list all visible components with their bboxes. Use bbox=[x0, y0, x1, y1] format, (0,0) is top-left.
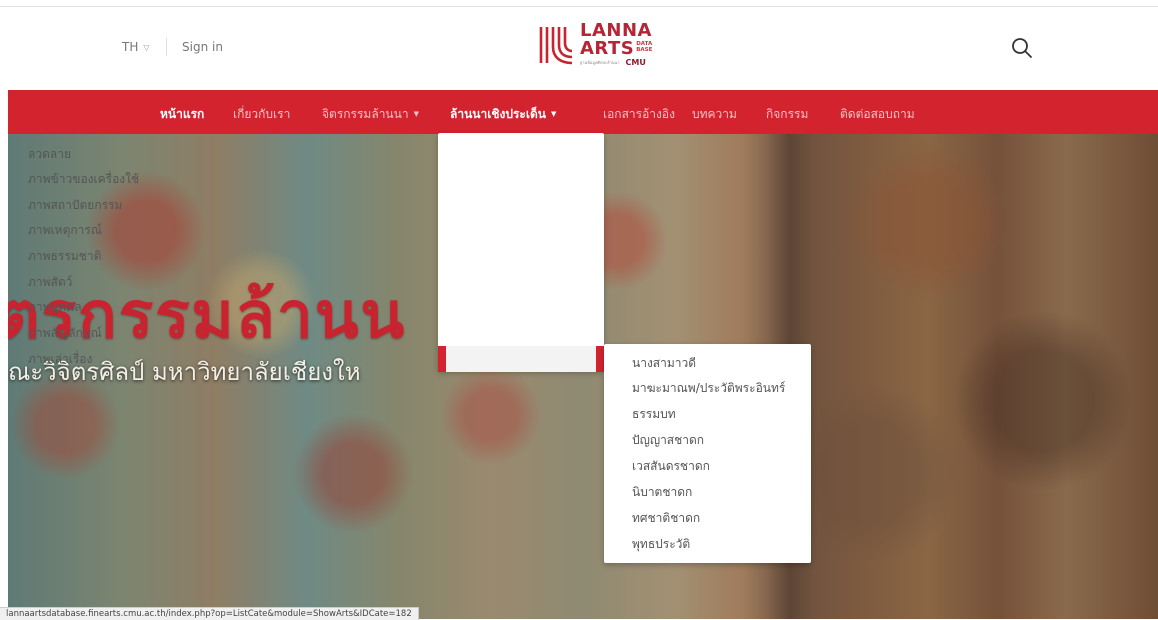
submenu-item[interactable]: เวสสันดรชาดก bbox=[632, 457, 710, 476]
dropdown-active-marker-right bbox=[596, 346, 604, 372]
dropdown-item[interactable]: ภาพเหตุการณ์ bbox=[28, 221, 102, 240]
dropdown-item[interactable]: ภาพธรรมชาติ bbox=[28, 247, 101, 266]
nav-item-lanna-topics[interactable]: ล้านนาเชิงประเด็น ▼ bbox=[450, 105, 556, 124]
nav-home-label: หน้าแรก bbox=[160, 107, 205, 121]
nav-item-contact[interactable]: ติดต่อสอบถาม bbox=[840, 105, 915, 124]
submenu-item[interactable]: ธรรมบท bbox=[632, 405, 676, 424]
logo-tagline: ฐานข้อมูลศิลปะล้านนา bbox=[580, 60, 620, 65]
submenu-item[interactable]: นางสามาวดี bbox=[632, 354, 696, 373]
logo-base: BASE bbox=[636, 47, 653, 53]
caret-down-icon: ▼ bbox=[413, 110, 419, 118]
nav-item-about[interactable]: เกี่ยวกับเรา bbox=[233, 105, 290, 124]
dropdown-item[interactable]: ภาพข้าวของเครื่องใช้ bbox=[28, 170, 139, 189]
language-selector[interactable]: TH ▽ bbox=[122, 40, 150, 54]
nav-item-home[interactable]: หน้าแรก bbox=[160, 105, 204, 124]
dropdown-item[interactable]: ภาพสัญลักษณ์ bbox=[28, 324, 102, 343]
nav-item-articles[interactable]: บทความ bbox=[692, 105, 737, 124]
submenu-item[interactable]: ทศชาติชาดก bbox=[632, 509, 700, 528]
logo-database: DATA BASE bbox=[636, 41, 652, 53]
nav-item-references[interactable]: เอกสารอ้างอิง bbox=[603, 105, 675, 124]
dropdown-item[interactable]: ภาพสัตว์ bbox=[28, 273, 72, 292]
submenu-item[interactable]: พุทธประวัติ bbox=[632, 535, 690, 554]
dropdown-item[interactable]: ภาพสถาปัตยกรรม bbox=[28, 196, 122, 215]
sign-in-link[interactable]: Sign in bbox=[182, 40, 223, 54]
submenu-item[interactable]: ปัญญาสชาดก bbox=[632, 431, 704, 450]
nav-activities-label: กิจกรรม bbox=[766, 107, 809, 121]
submenu-item[interactable]: นิบาตชาดก bbox=[632, 483, 692, 502]
nav-contact-label: ติดต่อสอบถาม bbox=[840, 107, 915, 121]
browser-status-bar: lannaartsdatabase.finearts.cmu.ac.th/ind… bbox=[0, 607, 419, 620]
storytelling-submenu bbox=[604, 344, 811, 563]
topics-dropdown-menu bbox=[438, 133, 604, 371]
header-separator bbox=[166, 38, 167, 56]
site-logo[interactable]: LANNA ARTS DATA BASE ฐานข้อมูลศิลปะล้านน… bbox=[538, 22, 652, 67]
nav-item-lanna-painting[interactable]: จิตรกรรมล้านนา ▼ bbox=[322, 105, 419, 124]
caret-down-icon: ▼ bbox=[550, 110, 557, 118]
nav-about-label: เกี่ยวกับเรา bbox=[233, 107, 291, 121]
nav-references-label: เอกสารอ้างอิง bbox=[603, 107, 675, 121]
logo-text-arts: ARTS bbox=[580, 38, 635, 59]
language-label: TH bbox=[122, 40, 139, 54]
top-divider bbox=[0, 6, 1158, 7]
nav-topics-label: ล้านนาเชิงประเด็น bbox=[450, 107, 546, 121]
nav-item-activities[interactable]: กิจกรรม bbox=[766, 105, 808, 124]
dropdown-active-marker bbox=[438, 346, 446, 372]
dropdown-item[interactable]: ลวดลาย bbox=[28, 145, 71, 164]
dropdown-item[interactable]: ภาพบุคคล bbox=[28, 298, 82, 317]
submenu-item[interactable]: มาฆะมาณพ/ประวัติพระอินทร์ bbox=[632, 379, 785, 398]
search-icon[interactable] bbox=[1010, 36, 1034, 60]
lanna-arts-logo-icon bbox=[539, 26, 573, 64]
nav-painting-label: จิตรกรรมล้านนา bbox=[322, 107, 409, 121]
chevron-down-icon: ▽ bbox=[143, 42, 150, 52]
dropdown-item-active[interactable]: ภาพเล่าเรื่อง bbox=[28, 350, 92, 369]
dropdown-active-highlight bbox=[438, 346, 604, 372]
nav-articles-label: บทความ bbox=[692, 107, 737, 121]
logo-cmu: CMU bbox=[625, 58, 646, 67]
